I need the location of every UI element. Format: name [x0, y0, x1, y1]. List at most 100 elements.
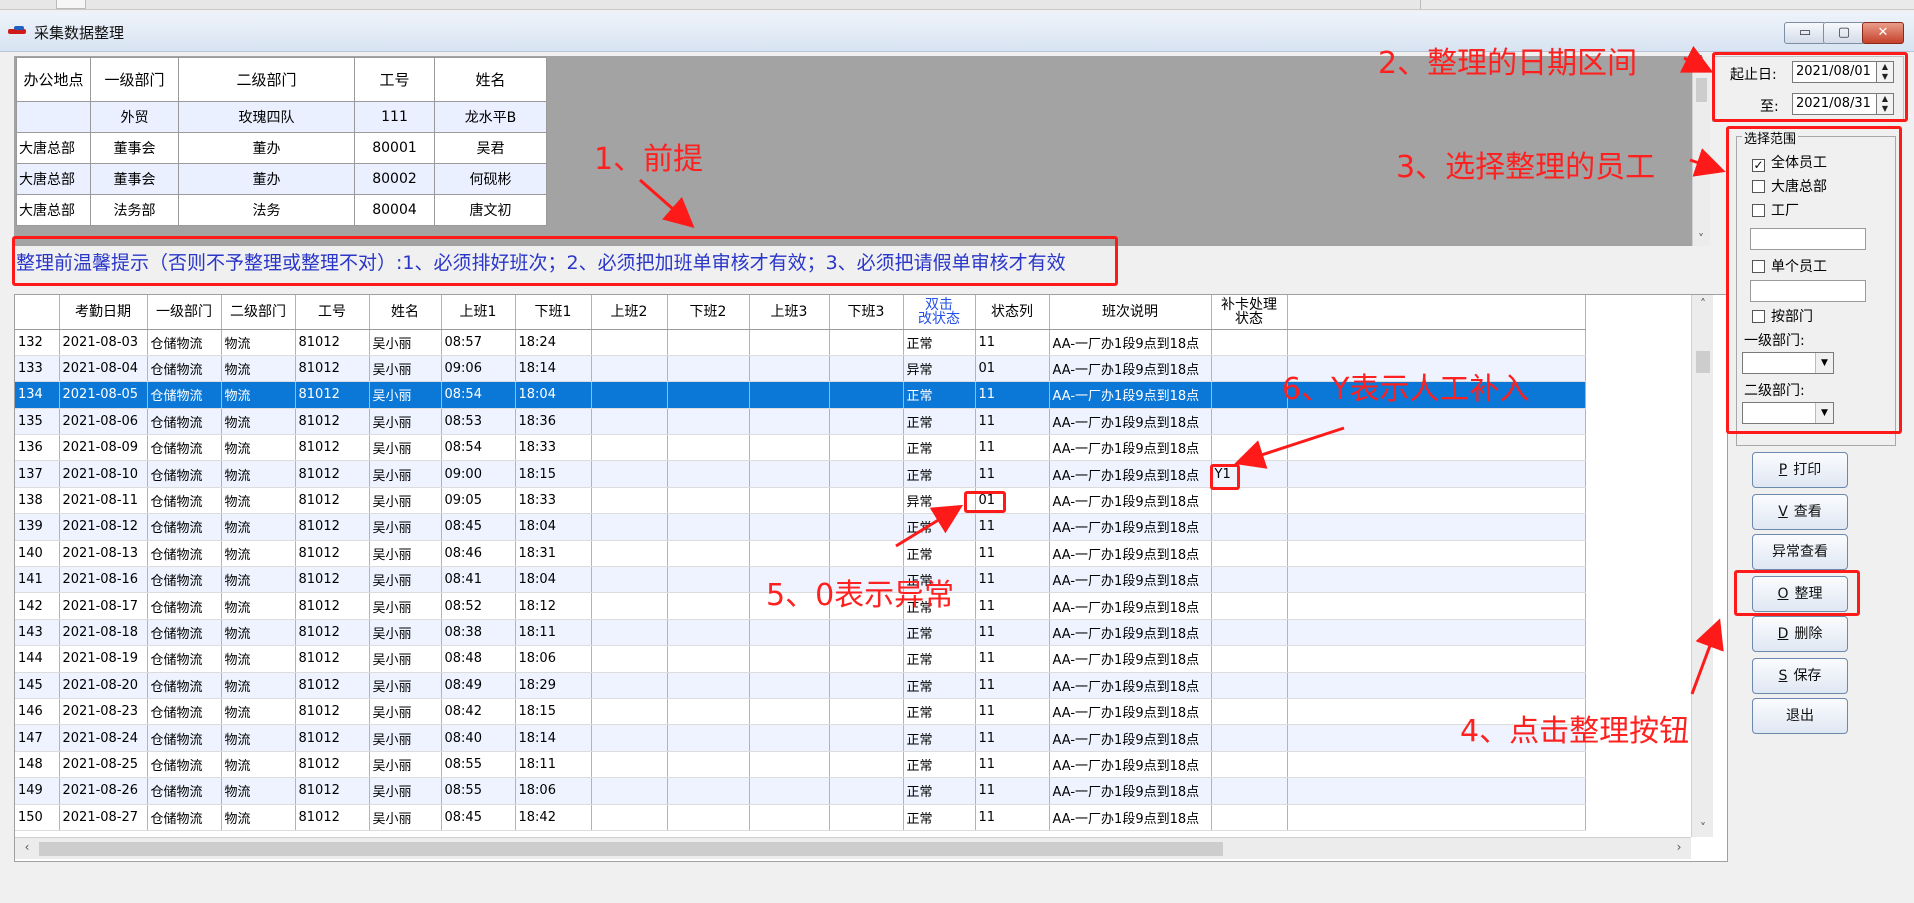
cell-status-text[interactable]: 正常 [903, 672, 976, 699]
col-header-office[interactable]: 办公地点 [16, 57, 91, 102]
close-button[interactable]: ✕ [1862, 22, 1904, 44]
cell-employee-name: 吴小丽 [369, 672, 442, 699]
grid-horizontal-scrollbar[interactable]: ‹ › [15, 837, 1691, 859]
col-header-dept1[interactable]: 一级部门 [147, 295, 222, 330]
col-header-out2[interactable]: 下班2 [667, 295, 750, 330]
cell-out2 [667, 724, 750, 752]
grid-vertical-scrollbar[interactable]: ˄ ˅ [1691, 295, 1713, 837]
col-header-index[interactable] [15, 295, 60, 330]
attendance-row[interactable]: 147 2021-08-24 仓储物流 物流 81012 吴小丽 08:40 18:14 正常 1… [15, 724, 1586, 752]
cell-status-text[interactable]: 正常 [903, 408, 976, 436]
col-header-name[interactable]: 姓名 [434, 57, 547, 102]
top-tab[interactable] [56, 0, 86, 9]
cell-status-text[interactable]: 正常 [903, 460, 976, 488]
col-header-in2[interactable]: 上班2 [591, 295, 668, 330]
button-label: 查看 [1793, 504, 1822, 520]
scroll-left-icon[interactable]: ‹ [19, 840, 35, 854]
attendance-row[interactable]: 132 2021-08-03 仓储物流 物流 81012 吴小丽 08:57 18:24 正常 1… [15, 329, 1586, 356]
attendance-row[interactable]: 150 2021-08-27 仓储物流 物流 81012 吴小丽 08:45 18:42 正常 1… [15, 804, 1586, 831]
col-header-out1[interactable]: 下班1 [515, 295, 592, 330]
view-button[interactable]: V 查看 [1752, 494, 1848, 530]
save-button[interactable]: S 保存 [1752, 658, 1848, 694]
col-header-in3[interactable]: 上班3 [749, 295, 830, 330]
col-header-name[interactable]: 姓名 [369, 295, 442, 330]
cell-status-text[interactable]: 正常 [903, 777, 976, 805]
minimize-button[interactable]: ▭ [1784, 22, 1826, 44]
attendance-row[interactable]: 146 2021-08-23 仓储物流 物流 81012 吴小丽 08:42 18:15 正常 1… [15, 698, 1586, 726]
attendance-row[interactable]: 135 2021-08-06 仓储物流 物流 81012 吴小丽 08:53 18:36 正常 1… [15, 408, 1586, 436]
col-header-edit-status[interactable]: 双击 改状态 [903, 295, 976, 330]
col-header-date[interactable]: 考勤日期 [59, 295, 148, 330]
cell-employee-name: 吴小丽 [369, 777, 442, 805]
cell-row-index: 132 [15, 329, 60, 356]
col-header-out3[interactable]: 下班3 [829, 295, 904, 330]
cell-status-text[interactable]: 正常 [903, 434, 976, 462]
cell-status-text[interactable]: 正常 [903, 381, 976, 409]
employee-list-scrollbar[interactable]: ˄ ˅ [1692, 54, 1710, 246]
col-header-punch-fix[interactable]: 补卡处理 状态 [1211, 295, 1288, 330]
col-header-dept2[interactable]: 二级部门 [221, 295, 296, 330]
attendance-row[interactable]: 144 2021-08-19 仓储物流 物流 81012 吴小丽 08:48 18:06 正常 1… [15, 645, 1586, 673]
scroll-right-icon[interactable]: › [1671, 840, 1687, 854]
cell-in2 [591, 672, 668, 699]
cell-status-text[interactable]: 异常 [903, 355, 976, 383]
scroll-thumb[interactable] [1696, 351, 1710, 373]
col-header-status-code[interactable]: 状态列 [975, 295, 1050, 330]
cell-out1: 18:33 [515, 434, 592, 462]
scroll-thumb[interactable] [1696, 78, 1707, 102]
col-header-dept2[interactable]: 二级部门 [178, 57, 355, 102]
abnormal-view-button[interactable]: 异常查看 [1752, 534, 1848, 570]
cell-status-text[interactable]: 正常 [903, 619, 976, 647]
cell-dept2: 物流 [221, 645, 296, 673]
cell-status-text[interactable]: 正常 [903, 645, 976, 673]
col-header-dept1[interactable]: 一级部门 [90, 57, 179, 102]
cell-in3 [749, 487, 830, 515]
scroll-up-icon[interactable]: ˄ [1693, 54, 1709, 68]
attendance-row[interactable]: 149 2021-08-26 仓储物流 物流 81012 吴小丽 08:55 18:06 正常 1… [15, 777, 1586, 805]
cell-dept1: 仓储物流 [147, 460, 222, 488]
cell-status-text[interactable]: 正常 [903, 329, 976, 356]
cell-filler [1287, 619, 1586, 647]
cell-status-text[interactable]: 正常 [903, 513, 976, 541]
employee-row[interactable]: 大唐总部 董事会 董办 80001 吴君 [16, 132, 547, 164]
scroll-up-icon[interactable]: ˄ [1695, 297, 1711, 311]
cell-out3 [829, 408, 904, 436]
scroll-down-icon[interactable]: ˅ [1693, 232, 1709, 246]
attendance-row[interactable]: 137 2021-08-10 仓储物流 物流 81012 吴小丽 09:00 18:15 正常 1… [15, 460, 1586, 488]
cell-status-text[interactable]: 正常 [903, 751, 976, 779]
print-button[interactable]: P 打印 [1752, 452, 1848, 488]
annotation-3: 3、选择整理的员工 [1396, 150, 1656, 185]
attendance-row[interactable]: 148 2021-08-25 仓储物流 物流 81012 吴小丽 08:55 18:11 正常 1… [15, 751, 1586, 779]
cell-status-code: 11 [975, 434, 1050, 462]
cell-dept1: 仓储物流 [147, 672, 222, 699]
employee-row[interactable]: 大唐总部 法务部 法务 80004 唐文初 [16, 194, 547, 226]
employee-row[interactable]: 外贸 玫瑰四队 111 龙水平B [16, 101, 547, 133]
exit-button[interactable]: 退出 [1752, 698, 1848, 734]
cell-date: 2021-08-26 [59, 777, 148, 805]
col-header-shift[interactable]: 班次说明 [1049, 295, 1212, 330]
scroll-down-icon[interactable]: ˅ [1695, 821, 1711, 835]
col-header-in1[interactable]: 上班1 [441, 295, 516, 330]
employee-row[interactable]: 大唐总部 董事会 董办 80002 何砚彬 [16, 163, 547, 195]
cell-status-text[interactable]: 正常 [903, 804, 976, 831]
cell-dept1: 仓储物流 [147, 698, 222, 726]
delete-button[interactable]: D 删除 [1752, 616, 1848, 652]
cell-status-text[interactable]: 正常 [903, 698, 976, 726]
attendance-row[interactable]: 140 2021-08-13 仓储物流 物流 81012 吴小丽 08:46 18:31 正常 1… [15, 540, 1586, 568]
cell-in2 [591, 804, 668, 831]
cell-dept2: 物流 [221, 592, 296, 620]
attendance-row[interactable]: 136 2021-08-09 仓储物流 物流 81012 吴小丽 08:54 18:33 正常 1… [15, 434, 1586, 462]
col-header-id[interactable]: 工号 [295, 295, 370, 330]
cell-status-text[interactable]: 正常 [903, 540, 976, 568]
attendance-row[interactable]: 145 2021-08-20 仓储物流 物流 81012 吴小丽 08:49 18:29 正常 1… [15, 672, 1586, 699]
col-header-id[interactable]: 工号 [354, 57, 435, 102]
scroll-thumb[interactable] [39, 842, 1223, 856]
cell-in2 [591, 592, 668, 620]
attendance-row[interactable]: 143 2021-08-18 仓储物流 物流 81012 吴小丽 08:38 18:11 正常 1… [15, 619, 1586, 647]
attendance-row[interactable]: 138 2021-08-11 仓储物流 物流 81012 吴小丽 09:05 18:33 异常 0… [15, 487, 1586, 515]
maximize-button[interactable]: ▢ [1823, 22, 1865, 44]
cell-employee-name: 吴小丽 [369, 460, 442, 488]
attendance-row[interactable]: 139 2021-08-12 仓储物流 物流 81012 吴小丽 08:45 18:04 正常 1… [15, 513, 1586, 541]
cell-punch-fix-status [1211, 434, 1288, 462]
cell-status-text[interactable]: 正常 [903, 724, 976, 752]
